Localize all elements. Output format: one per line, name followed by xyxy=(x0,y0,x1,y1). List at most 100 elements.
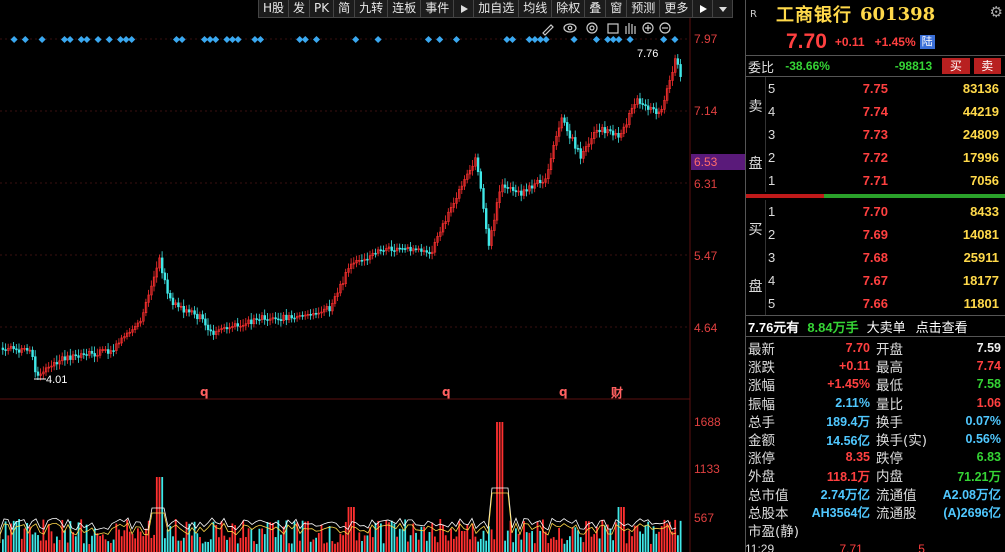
stat-row: 总市值 2.74万亿 流通值 A2.08万亿 xyxy=(746,485,1005,504)
toolbar-fa-button[interactable]: 发 xyxy=(289,0,311,17)
volume-bar xyxy=(520,539,523,552)
candle-body xyxy=(274,317,277,320)
signal-diamond xyxy=(256,35,265,44)
gear-icon[interactable]: ⚙ xyxy=(990,3,1003,21)
kline-chart[interactable] xyxy=(0,18,745,552)
signal-diamond xyxy=(570,35,578,44)
volume-bar xyxy=(307,521,309,552)
quote-header: R 工商银行 601398 ⚙ xyxy=(746,0,1005,28)
ask-row[interactable]: 2 7.72 17996 xyxy=(766,146,1005,169)
toolbar-more-button[interactable]: 更多 xyxy=(660,0,694,17)
signal-diamond xyxy=(105,35,113,44)
bid-row[interactable]: 2 7.69 14081 xyxy=(766,223,1005,246)
toolbar-pk-button[interactable]: PK xyxy=(310,0,335,17)
signal-diamond xyxy=(301,35,309,44)
bid-price: 7.68 xyxy=(862,250,888,265)
stat-label: 最高 xyxy=(876,360,903,377)
ask-book: 卖盘 5 7.75 83136 4 7.74 44219 3 7.73 24809 2… xyxy=(746,77,1005,192)
volume-bar xyxy=(253,541,255,552)
signal-diamond xyxy=(212,35,220,44)
ask-price: 7.73 xyxy=(862,127,888,142)
bid-row[interactable]: 1 7.70 8433 xyxy=(766,200,1005,223)
volume-bar xyxy=(177,540,180,552)
volume-bar xyxy=(280,534,282,552)
event-mark[interactable]: q xyxy=(442,385,451,399)
bid-level: 5 xyxy=(768,296,776,311)
toolbar-forecast-button[interactable]: 预测 xyxy=(627,0,661,17)
sell-button[interactable]: 卖 xyxy=(973,58,1001,74)
toolbar-add-watch-button[interactable]: 加自选 xyxy=(474,0,520,17)
volume-bar xyxy=(677,535,679,552)
volume-bar xyxy=(290,543,293,552)
bid-row[interactable]: 4 7.67 18177 xyxy=(766,269,1005,292)
stat-label: 跌停 xyxy=(876,451,903,468)
r-mark: R xyxy=(750,8,757,20)
ask-row[interactable]: 1 7.71 7056 xyxy=(766,169,1005,192)
toolbar-lianban-button[interactable]: 连板 xyxy=(388,0,422,17)
bid-row[interactable]: 5 7.66 11801 xyxy=(766,292,1005,315)
bid-row[interactable]: 3 7.68 25911 xyxy=(766,246,1005,269)
volume-bar xyxy=(539,530,542,552)
candle-body xyxy=(646,105,650,110)
high-marker: 7.76 xyxy=(637,48,659,60)
candle-body xyxy=(171,297,175,305)
volume-bar xyxy=(215,524,218,552)
stat-label: 涨幅 xyxy=(748,378,775,395)
ask-row[interactable]: 4 7.74 44219 xyxy=(766,100,1005,123)
volume-bar xyxy=(66,542,69,552)
play-icon[interactable] xyxy=(693,0,714,17)
toolbar-overlay-button[interactable]: 叠 xyxy=(585,0,607,17)
candle-body xyxy=(525,189,528,192)
volume-bar xyxy=(434,536,436,552)
candle-body xyxy=(225,327,229,330)
toolbar-ma-button[interactable]: 均线 xyxy=(519,0,553,17)
buy-button[interactable]: 买 xyxy=(942,58,970,74)
market-tag[interactable]: 陆 xyxy=(919,34,935,49)
volume-bar xyxy=(269,522,272,552)
volume-bar xyxy=(145,528,147,552)
toolbar-window-button[interactable]: 窗 xyxy=(606,0,628,17)
volume-bar xyxy=(161,477,164,552)
book-split-bar xyxy=(746,194,1005,198)
big-order-view-link[interactable]: 点击查看 xyxy=(916,317,968,336)
ask-price: 7.71 xyxy=(862,173,888,188)
play-icon[interactable] xyxy=(454,0,475,17)
chart-toolbar: H股 发 PK 简 九转 连板 事件 加自选 均线 除权 叠 窗 预测 更多 xyxy=(258,0,734,18)
volume-bar xyxy=(99,536,101,552)
volume-bar xyxy=(601,519,604,552)
event-mark[interactable]: q xyxy=(200,385,209,399)
event-mark[interactable]: q xyxy=(559,385,568,399)
toolbar-simple-button[interactable]: 简 xyxy=(334,0,356,17)
volume-bar xyxy=(485,540,488,552)
stat-value: 0.56% xyxy=(965,432,1001,447)
volume-bar xyxy=(547,543,550,552)
volume-bar xyxy=(374,522,377,552)
stat-value: +0.11 xyxy=(839,359,870,374)
volume-bar xyxy=(655,533,658,552)
toolbar-jiuzhuan-button[interactable]: 九转 xyxy=(355,0,389,17)
price-row: 7.70 +0.11 +1.45% 陆 xyxy=(746,28,1005,55)
volume-bar xyxy=(550,538,552,552)
stat-row: 外盘 118.1万 内盘 71.21万 xyxy=(746,466,1005,485)
big-order-row[interactable]: 7.76元有 8.84万手 大卖单 点击查看 xyxy=(746,315,1005,337)
volume-bar xyxy=(363,535,366,552)
dropdown-icon[interactable] xyxy=(713,0,734,17)
volume-bar xyxy=(436,542,439,552)
volume-bar xyxy=(263,534,266,552)
toolbar-exright-button[interactable]: 除权 xyxy=(552,0,586,17)
bid-level: 4 xyxy=(768,273,776,288)
ask-row[interactable]: 3 7.73 24809 xyxy=(766,123,1005,146)
event-mark[interactable]: 财 xyxy=(611,384,623,401)
volume-bar xyxy=(134,538,137,552)
volume-bar xyxy=(304,521,307,552)
bid-level: 1 xyxy=(768,204,776,219)
volume-bar xyxy=(431,522,434,552)
volume-bar xyxy=(282,526,285,552)
signal-diamond xyxy=(66,35,74,44)
toolbar-hk-button[interactable]: H股 xyxy=(259,0,290,17)
volume-bar xyxy=(563,543,566,552)
candle-body xyxy=(209,329,212,332)
ask-row[interactable]: 5 7.75 83136 xyxy=(766,77,1005,100)
toolbar-events-button[interactable]: 事件 xyxy=(421,0,455,17)
stat-row: 最新 7.70 开盘 7.59 xyxy=(746,339,1005,358)
